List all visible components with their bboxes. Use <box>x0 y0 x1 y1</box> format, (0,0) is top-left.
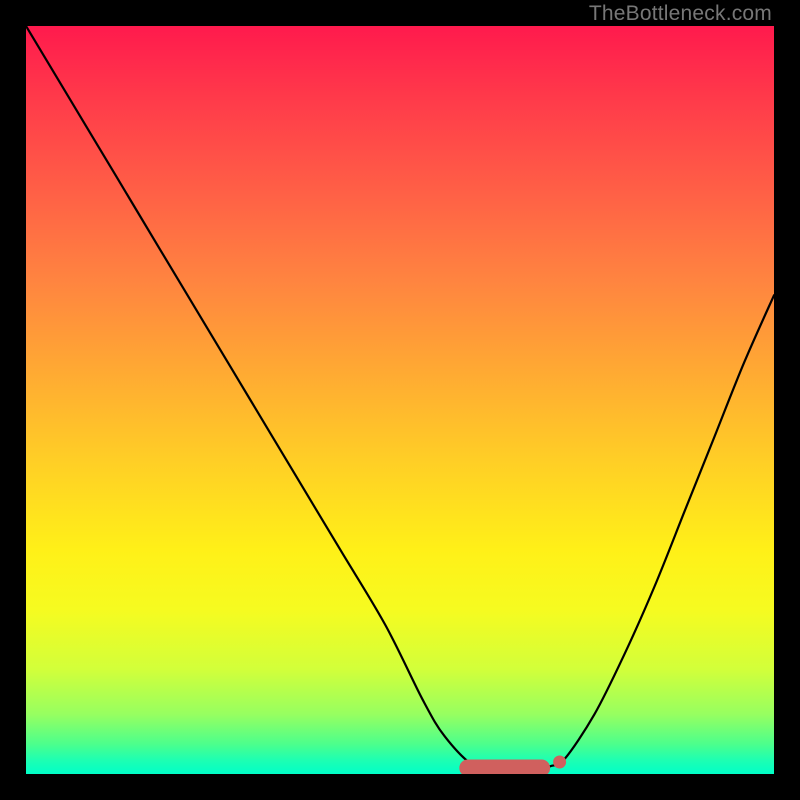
chart-frame <box>26 26 774 774</box>
optimal-range-marker <box>460 756 566 774</box>
optimal-range-end-dot <box>554 756 566 768</box>
chart-svg <box>26 26 774 774</box>
bottleneck-curve-line <box>26 26 774 774</box>
watermark-text: TheBottleneck.com <box>589 2 772 26</box>
optimal-range-bar <box>460 760 550 774</box>
